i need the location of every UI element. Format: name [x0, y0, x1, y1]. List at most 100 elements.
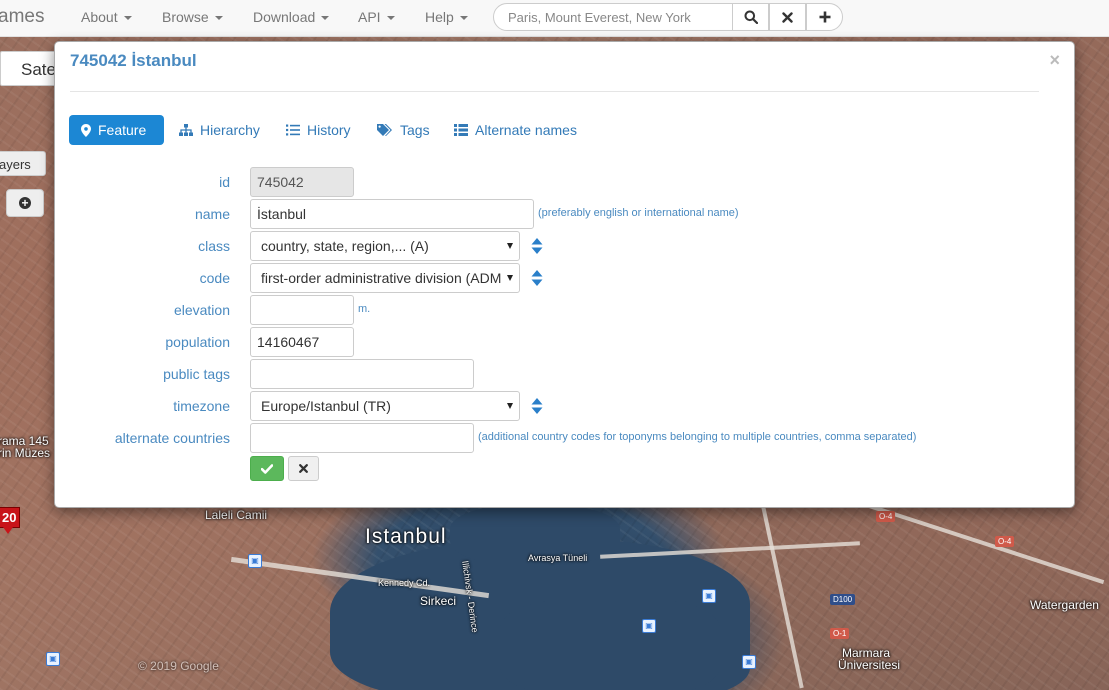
dropdown-arrow-icon [507, 275, 513, 281]
alternate-countries-field[interactable] [250, 423, 474, 453]
chevron-down-icon [214, 16, 223, 21]
sort-icon[interactable] [531, 270, 543, 286]
zoom-in-button[interactable]: + [6, 189, 44, 217]
check-icon [261, 463, 273, 474]
map-poi-icon[interactable]: ▣ [46, 652, 60, 666]
tab-hierarchy[interactable]: Hierarchy [179, 115, 260, 145]
road-shield-o1: O-1 [830, 628, 850, 639]
dropdown-arrow-icon [507, 403, 513, 409]
map-poi-icon[interactable]: ▣ [642, 619, 656, 633]
road-shield-o4: O-4 [876, 511, 896, 522]
nav-browse[interactable]: Browse [162, 9, 223, 25]
public-tags-label: public tags [163, 366, 230, 382]
top-navbar: ames About Browse Download API Help [0, 0, 1109, 37]
elevation-unit: m. [358, 303, 371, 315]
chevron-down-icon [459, 16, 468, 21]
water-strait [500, 600, 720, 690]
map-label-avrasya: Avrasya Tüneli [528, 553, 588, 563]
map-poi-icon[interactable]: ▣ [702, 589, 716, 603]
code-label: code [199, 270, 230, 286]
list-ol-icon [286, 124, 300, 136]
class-select[interactable]: country, state, region,... (A) [250, 231, 520, 261]
tab-feature[interactable]: Feature [69, 115, 164, 145]
nav-about[interactable]: About [81, 9, 132, 25]
tab-feature-label: Feature [98, 122, 147, 138]
alternate-countries-label: alternate countries [114, 430, 230, 446]
dropdown-arrow-icon [507, 243, 513, 249]
search-icon [744, 10, 758, 24]
clear-search-button[interactable] [769, 3, 806, 31]
cancel-button[interactable] [288, 456, 319, 481]
map-label-istanbul: Istanbul [365, 525, 447, 548]
map-label-google: © 2019 Google [138, 659, 219, 673]
layers-button[interactable]: ayers [0, 151, 46, 176]
elevation-field[interactable] [250, 295, 354, 325]
modal-close-button[interactable]: × [1049, 50, 1060, 71]
search-button[interactable] [732, 3, 769, 31]
sitemap-icon [179, 124, 193, 136]
road-north-south [760, 501, 804, 689]
close-icon [782, 11, 793, 23]
plus-icon [819, 11, 830, 23]
tab-alternate-names-label: Alternate names [475, 122, 577, 138]
feature-edit-modal: 745042 İstanbul × Feature Hierarchy Hist… [54, 41, 1075, 508]
population-field[interactable]: 14160467 [250, 327, 354, 357]
tab-tags[interactable]: Tags [377, 115, 430, 145]
add-feature-button[interactable] [806, 3, 843, 31]
code-select[interactable]: first-order administrative division (ADM… [250, 263, 520, 293]
tab-alternate-names[interactable]: Alternate names [454, 115, 577, 145]
times-icon [299, 464, 308, 473]
nav-api-label: API [358, 9, 381, 25]
road-shield-o4-east: O-4 [995, 536, 1015, 547]
public-tags-field[interactable] [250, 359, 474, 389]
population-label: population [165, 334, 230, 350]
nav-api[interactable]: API [358, 9, 395, 25]
class-label: class [198, 238, 230, 254]
tab-history-label: History [307, 122, 351, 138]
road-shield-d100: D100 [830, 594, 856, 605]
plus-circle-icon: + [19, 197, 31, 209]
name-label: name [194, 206, 230, 222]
map-label-laleli: Laleli Camii [205, 508, 268, 522]
map-cluster-marker[interactable]: 20 [0, 507, 21, 534]
map-label-muzesi: rin Müzes [0, 446, 51, 460]
sort-icon[interactable] [531, 238, 543, 254]
map-poi-icon[interactable]: ▣ [248, 554, 262, 568]
chevron-down-icon [321, 16, 330, 21]
nav-download-label: Download [253, 9, 316, 25]
id-field: 745042 [250, 167, 354, 197]
th-list-icon [454, 124, 468, 136]
satellite-toggle-button[interactable]: Sate [0, 51, 56, 86]
map-label-universitesi: Üniversitesi [838, 658, 901, 672]
elevation-label: elevation [173, 302, 230, 318]
modal-divider [70, 91, 1039, 92]
nav-help[interactable]: Help [425, 9, 468, 25]
tab-history[interactable]: History [286, 115, 351, 145]
name-hint: (preferably english or international nam… [538, 207, 739, 219]
code-select-value: first-order administrative division (ADM… [261, 270, 514, 286]
search-input[interactable] [493, 3, 733, 31]
modal-title: 745042 İstanbul [70, 51, 197, 70]
timezone-select-value: Europe/Istanbul (TR) [261, 398, 391, 414]
tab-tags-label: Tags [400, 122, 430, 138]
id-label: id [219, 174, 230, 190]
timezone-label: timezone [173, 398, 230, 414]
map-label-kennedy: Kennedy Cd. [378, 578, 431, 588]
nav-browse-label: Browse [162, 9, 209, 25]
timezone-select[interactable]: Europe/Istanbul (TR) [250, 391, 520, 421]
name-field[interactable]: İstanbul [250, 199, 534, 229]
tab-hierarchy-label: Hierarchy [200, 122, 260, 138]
chevron-down-icon [386, 16, 395, 21]
map-poi-icon[interactable]: ▣ [742, 655, 756, 669]
map-label-sirkeci: Sirkeci [420, 594, 457, 608]
brand-logo[interactable]: ames [0, 6, 44, 28]
sort-icon[interactable] [531, 398, 543, 414]
tags-icon [377, 124, 393, 136]
class-select-value: country, state, region,... (A) [261, 238, 429, 254]
map-marker-icon [81, 123, 91, 137]
save-button[interactable] [250, 456, 284, 481]
map-label-watergarden: Watergarden [1030, 598, 1099, 612]
nav-help-label: Help [425, 9, 454, 25]
nav-download[interactable]: Download [253, 9, 330, 25]
nav-about-label: About [81, 9, 118, 25]
